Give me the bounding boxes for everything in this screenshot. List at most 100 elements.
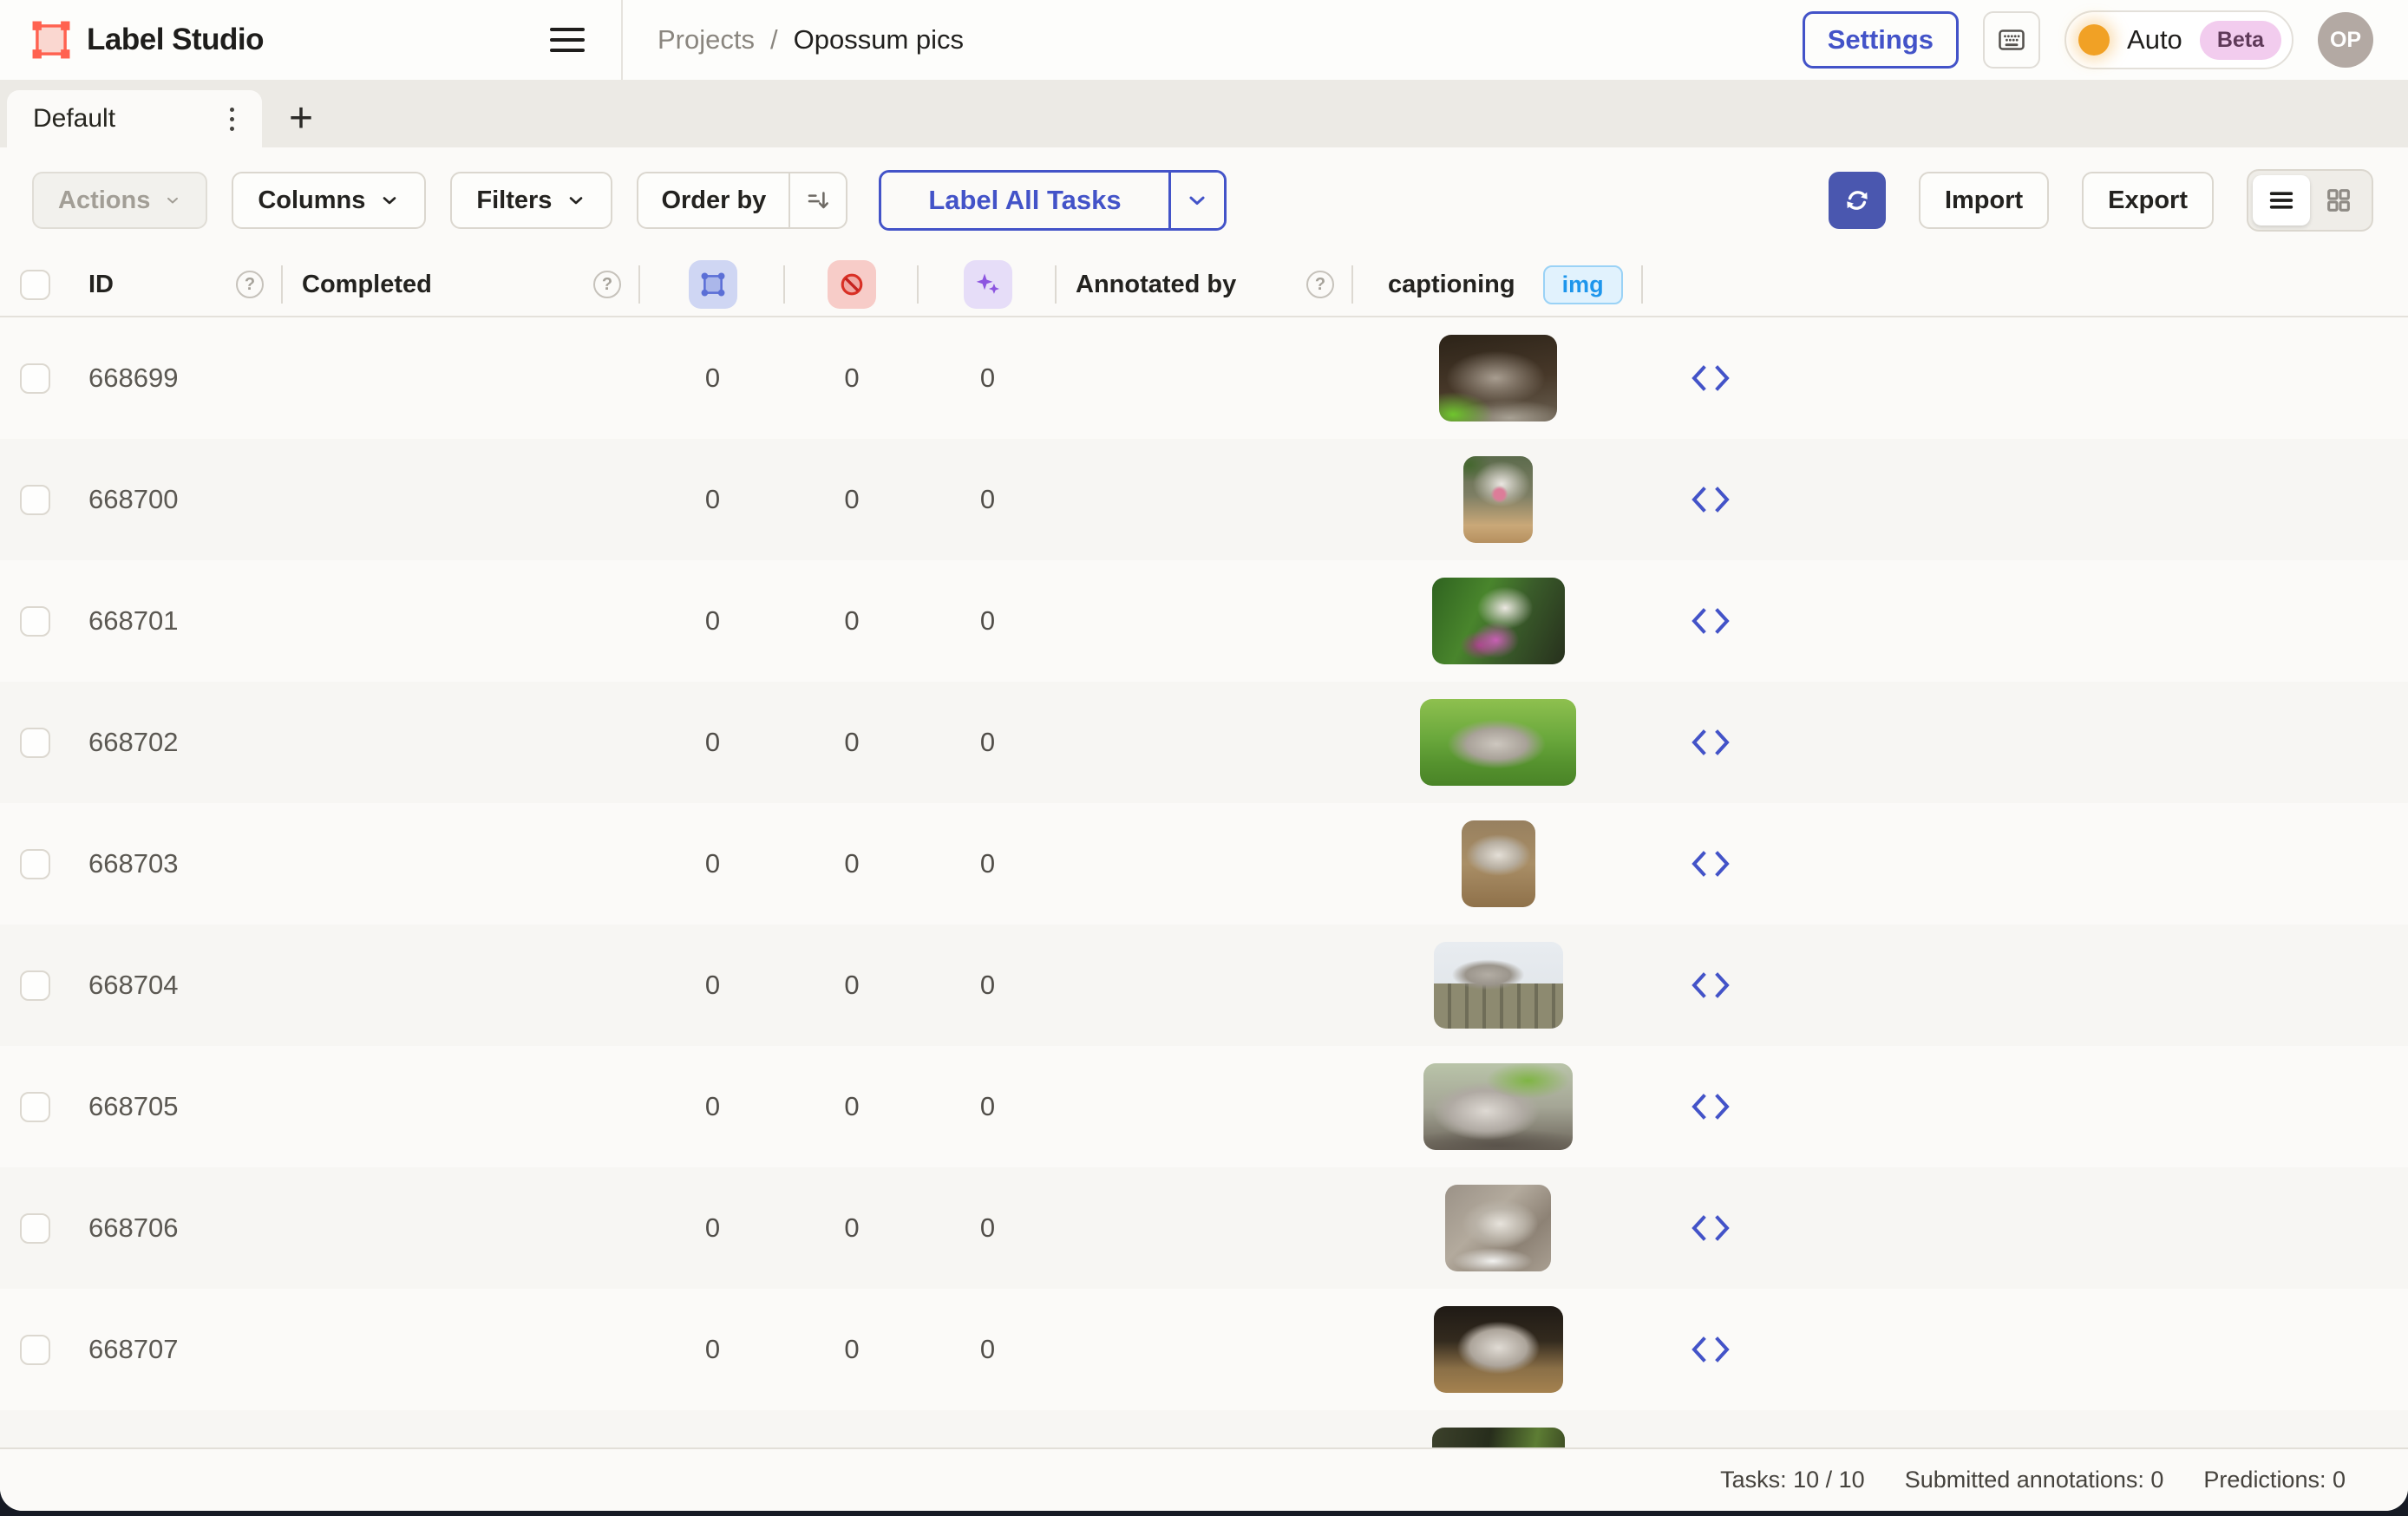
row-checkbox[interactable] [20,1335,50,1365]
import-button[interactable]: Import [1919,172,2049,229]
filters-dropdown-button[interactable]: Filters [450,172,612,229]
table-row[interactable]: 668699 0 0 0 [0,317,2408,439]
predictions-count: 0 [919,803,1057,925]
task-image-thumbnail[interactable] [1420,699,1576,786]
tab-label: Default [33,104,115,134]
app-title: Label Studio [87,23,264,57]
task-image-thumbnail[interactable] [1432,1428,1565,1447]
annotated-by-column-label: Annotated by [1076,271,1236,299]
code-source-icon[interactable] [1691,1336,1731,1363]
table-row[interactable] [0,1410,2408,1447]
code-source-icon[interactable] [1691,729,1731,756]
code-source-icon[interactable] [1691,850,1731,878]
code-source-icon[interactable] [1691,364,1731,392]
column-header-annotated-by[interactable]: Annotated by ? [1057,253,1353,316]
column-header-predictions[interactable] [919,253,1057,316]
predictions-count [919,1410,1057,1447]
column-header-completed[interactable]: Completed ? [283,253,640,316]
code-source-icon[interactable] [1691,1214,1731,1242]
task-image-thumbnail[interactable] [1463,456,1533,543]
keyboard-shortcuts-button[interactable] [1983,11,2040,69]
annotations-count [640,1410,785,1447]
add-tab-button[interactable]: + [262,90,340,147]
table-row[interactable]: 668705 0 0 0 [0,1046,2408,1167]
column-header-captioning[interactable]: captioning img [1353,253,1643,316]
order-by-label: Order by [661,186,766,215]
list-view-icon [2267,186,2296,215]
cancelled-column-chip[interactable] [828,260,876,309]
row-checkbox[interactable] [20,970,50,1001]
predictions-column-chip[interactable] [964,260,1012,309]
column-header-annotations[interactable] [640,253,785,316]
column-header-cancelled[interactable] [785,253,919,316]
table-row[interactable]: 668707 0 0 0 [0,1289,2408,1410]
cancelled-count: 0 [785,682,919,803]
completed-help-icon[interactable]: ? [593,271,621,298]
row-checkbox[interactable] [20,606,50,637]
code-source-icon[interactable] [1691,486,1731,513]
select-all-cell [0,253,69,316]
code-source-icon[interactable] [1691,971,1731,999]
task-image-thumbnail[interactable] [1445,1185,1551,1271]
annotations-column-chip[interactable] [689,260,737,309]
cancelled-count: 0 [785,1167,919,1289]
list-view-button[interactable] [2253,175,2310,225]
table-row[interactable]: 668706 0 0 0 [0,1167,2408,1289]
table-row[interactable]: 668700 0 0 0 [0,439,2408,560]
columns-dropdown-button[interactable]: Columns [232,172,426,229]
row-checkbox[interactable] [20,728,50,758]
grid-view-button[interactable] [2310,175,2367,225]
task-image-thumbnail[interactable] [1423,1063,1573,1150]
annotated-by-help-icon[interactable]: ? [1306,271,1334,298]
row-checkbox[interactable] [20,363,50,394]
id-help-icon[interactable]: ? [236,271,264,298]
header-divider [621,0,623,80]
auto-toggle[interactable]: Auto Beta [2064,10,2293,69]
annotations-count: 0 [640,1289,785,1410]
label-all-tasks-button[interactable]: Label All Tasks [881,173,1168,228]
app-logo[interactable]: Label Studio [31,20,264,60]
select-all-checkbox[interactable] [20,270,50,300]
tab-options-kebab-icon[interactable] [225,102,239,136]
export-button[interactable]: Export [2082,172,2214,229]
breadcrumb-projects-link[interactable]: Projects [658,24,755,56]
task-image-thumbnail[interactable] [1432,578,1565,664]
refresh-sync-icon [1842,185,1873,216]
predictions-count: 0 [919,317,1057,439]
task-image-thumbnail[interactable] [1462,820,1535,907]
cancelled-count: 0 [785,560,919,682]
tab-default[interactable]: Default [7,90,262,147]
actions-label: Actions [58,186,150,215]
filters-label: Filters [476,186,552,215]
auto-indicator-dot [2078,24,2110,56]
task-image-thumbnail[interactable] [1434,942,1563,1029]
sort-order-icon [804,186,832,214]
code-source-icon[interactable] [1691,607,1731,635]
row-checkbox[interactable] [20,849,50,879]
cancelled-count: 0 [785,439,919,560]
annotations-count: 0 [640,803,785,925]
table-row[interactable]: 668702 0 0 0 [0,682,2408,803]
row-checkbox[interactable] [20,1213,50,1244]
menu-toggle-button[interactable] [550,28,585,52]
actions-dropdown-button[interactable]: Actions [32,172,207,229]
row-checkbox[interactable] [20,1092,50,1122]
toolbar-right-group: Import Export [1829,169,2373,232]
refresh-button[interactable] [1829,172,1886,229]
column-header-id[interactable]: ID ? [69,253,283,316]
task-image-thumbnail[interactable] [1439,335,1557,421]
settings-button[interactable]: Settings [1803,11,1959,69]
chevron-down-icon [164,192,181,209]
task-image-thumbnail[interactable] [1434,1306,1563,1393]
code-source-icon[interactable] [1691,1093,1731,1121]
label-all-tasks-menu-button[interactable] [1168,173,1224,228]
sort-direction-button[interactable] [788,173,846,227]
table-row[interactable]: 668701 0 0 0 [0,560,2408,682]
table-row[interactable]: 668704 0 0 0 [0,925,2408,1046]
view-tab-bar: Default + [0,80,2408,147]
row-checkbox[interactable] [20,485,50,515]
table-row[interactable]: 668703 0 0 0 [0,803,2408,925]
user-avatar[interactable]: OP [2318,12,2373,68]
order-by-button[interactable]: Order by [638,173,788,227]
task-id: 668706 [69,1167,283,1289]
